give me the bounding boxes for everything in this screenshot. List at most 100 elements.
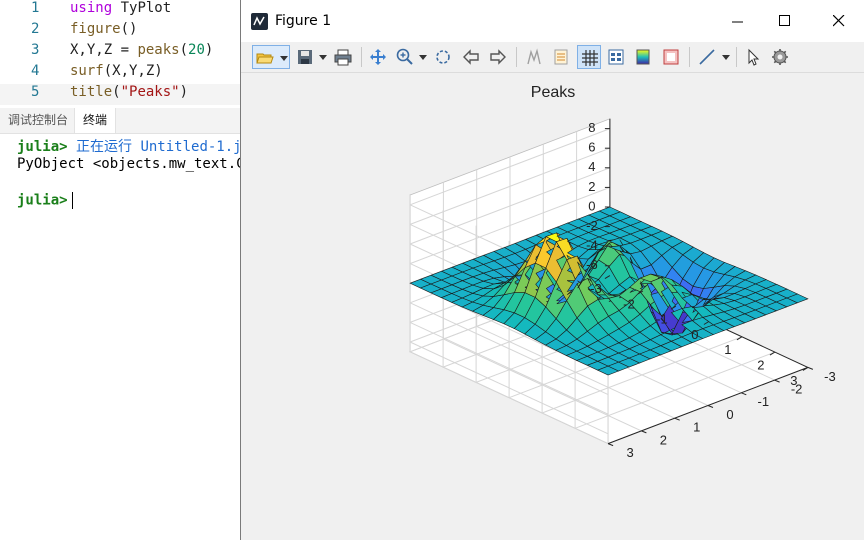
code-line[interactable]: 5 title("Peaks") — [0, 84, 240, 105]
zoom-fit-button[interactable] — [431, 45, 455, 69]
zoom-icon — [396, 48, 413, 65]
property-icon — [608, 49, 624, 65]
open-dropdown-icon — [280, 56, 288, 61]
tab-debug-console[interactable]: 调试控制台 — [0, 108, 76, 133]
x-tick-label: 1 — [724, 342, 731, 357]
maximize-icon — [779, 15, 790, 26]
code-line[interactable]: 1 using TyPlot — [0, 0, 240, 21]
window-titlebar[interactable]: Figure 1 — [241, 0, 864, 42]
pan-button[interactable] — [366, 45, 390, 69]
y-tick-label: 2 — [660, 432, 667, 447]
z-tick-label: 0 — [588, 198, 595, 213]
save-button[interactable] — [293, 45, 317, 69]
code-editor[interactable]: 1 using TyPlot 2 figure() 3 X,Y,Z = peaks(20)… — [0, 0, 240, 105]
text-cursor — [71, 192, 73, 209]
grid-button[interactable] — [577, 45, 601, 69]
settings-icon — [772, 49, 788, 65]
line-icon — [699, 49, 715, 65]
legend-icon — [554, 49, 568, 65]
code-line[interactable]: 3 X,Y,Z = peaks(20) — [0, 42, 240, 63]
open-icon — [256, 53, 274, 64]
forward-icon — [490, 49, 506, 65]
select-icon — [748, 48, 760, 66]
y-tick-label: 3 — [626, 445, 633, 460]
maximize-button[interactable] — [762, 0, 808, 42]
legend-button[interactable] — [549, 45, 573, 69]
line-number: 3 — [31, 42, 40, 58]
back-icon — [463, 49, 479, 65]
zoom-fit-icon — [436, 50, 450, 64]
pan-icon — [370, 49, 386, 65]
forward-button[interactable] — [486, 45, 510, 69]
close-icon — [833, 15, 845, 27]
panel-tab-bar: 调试控制台 终端 — [0, 108, 240, 134]
terminal-prompt-current: julia> — [17, 192, 68, 209]
frame-icon — [663, 49, 679, 65]
z-tick-label: 8 — [588, 120, 595, 135]
code-text: title("Peaks") — [70, 84, 189, 100]
code-text: using TyPlot — [70, 0, 172, 16]
select-button[interactable] — [741, 45, 765, 69]
minimize-button[interactable] — [715, 0, 761, 42]
x-tick-label: -1 — [656, 312, 668, 327]
colorbar-button[interactable] — [631, 45, 655, 69]
z-tick-label: -6 — [586, 257, 598, 272]
tab-terminal[interactable]: 终端 — [74, 108, 117, 133]
settings-button[interactable] — [768, 45, 792, 69]
terminal-run-line: julia> 正在运行 Untitled-1.jl — [17, 136, 250, 156]
minimize-icon — [732, 21, 743, 23]
line-number: 2 — [31, 21, 40, 37]
line-number: 5 — [31, 84, 40, 100]
property-button[interactable] — [604, 45, 628, 69]
run-status-text: 正在运行 — [76, 139, 133, 155]
line-number: 4 — [31, 63, 40, 79]
window-title: Figure 1 — [275, 13, 332, 29]
figure-toolbar — [241, 42, 864, 73]
x-tick-label: 2 — [757, 358, 764, 373]
z-tick-label: -2 — [586, 218, 598, 233]
code-text: X,Y,Z = peaks(20) — [70, 42, 214, 58]
data-cursor-icon — [527, 48, 541, 65]
code-line[interactable]: 2 figure() — [0, 21, 240, 42]
terminal-panel[interactable]: julia> 正在运行 Untitled-1.jl PyObject <obje… — [0, 134, 261, 540]
z-tick-label: 6 — [588, 140, 595, 155]
zoom-button[interactable] — [393, 45, 417, 69]
line-button[interactable] — [695, 45, 719, 69]
terminal-prompt: julia> — [17, 139, 68, 155]
terminal-output-line: PyObject <objects.mw_text.CTi — [17, 156, 262, 172]
zoom-dropdown-icon[interactable] — [419, 55, 427, 60]
y-tick-label: -3 — [824, 369, 836, 384]
print-button[interactable] — [331, 45, 355, 69]
app-icon — [251, 13, 268, 30]
y-tick-label: 1 — [693, 420, 700, 435]
save-dropdown-icon[interactable] — [319, 55, 327, 60]
run-file-name: Untitled-1.jl — [140, 139, 251, 155]
close-button[interactable] — [816, 0, 862, 42]
z-tick-label: 4 — [588, 159, 595, 174]
y-tick-label: 0 — [726, 407, 733, 422]
print-icon — [334, 49, 352, 66]
x-tick-label: 0 — [691, 327, 698, 342]
y-tick-label: -1 — [758, 394, 770, 409]
plot-area[interactable]: Peaks -6 -4 -2 0 2 4 6 8 -3 -2 -1 0 1 2 3 -3 -2 -1 0 1 2 3 — [241, 73, 864, 540]
line-dropdown-icon[interactable] — [722, 55, 730, 60]
figure-window: Figure 1 Peaks -6 -4 -2 0 2 4 6 8 -3 -2 … — [240, 0, 864, 540]
code-line[interactable]: 4 surf(X,Y,Z) — [0, 63, 240, 84]
z-tick-label: -4 — [586, 238, 598, 253]
x-tick-label: 3 — [790, 373, 797, 388]
back-button[interactable] — [459, 45, 483, 69]
terminal-input-line[interactable]: julia> — [17, 192, 73, 209]
data-cursor-button[interactable] — [522, 45, 546, 69]
x-tick-label: -3 — [590, 281, 602, 296]
frame-button[interactable] — [659, 45, 683, 69]
surface-plot[interactable]: -6-4-202468-3-2-10123-3-2-10123 — [241, 73, 864, 540]
code-text: surf(X,Y,Z) — [70, 63, 163, 79]
save-icon — [298, 50, 312, 64]
line-number: 1 — [31, 0, 40, 16]
colorbar-icon — [636, 49, 650, 65]
grid-icon — [582, 50, 598, 66]
open-button[interactable] — [252, 45, 290, 69]
z-tick-label: 2 — [588, 179, 595, 194]
x-tick-label: -2 — [623, 296, 635, 311]
code-text: figure() — [70, 21, 138, 37]
